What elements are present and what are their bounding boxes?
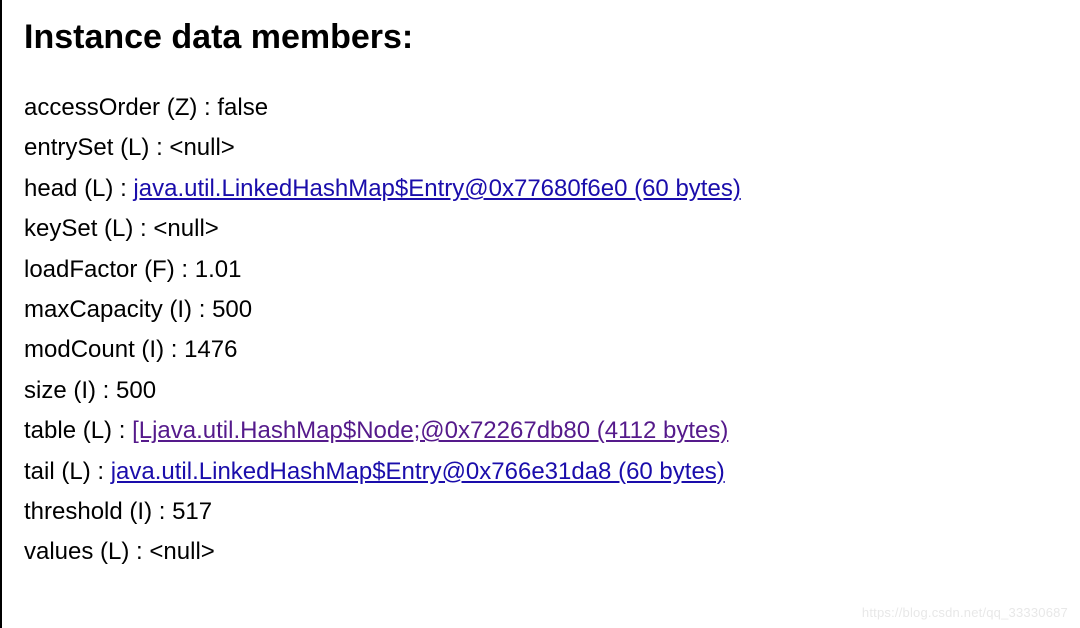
member-value: 1476 xyxy=(184,336,237,363)
member-name: size xyxy=(24,377,67,404)
member-name: keySet xyxy=(24,215,97,242)
member-value: 1.01 xyxy=(195,256,242,283)
member-row: modCount (I) : 1476 xyxy=(24,331,1058,369)
member-row: head (L) : java.util.LinkedHashMap$Entry… xyxy=(24,170,1058,208)
member-name: threshold xyxy=(24,498,123,525)
member-name: table xyxy=(24,417,76,444)
member-value: <null> xyxy=(169,134,234,161)
member-type: (I) xyxy=(129,498,152,525)
member-row: tail (L) : java.util.LinkedHashMap$Entry… xyxy=(24,453,1058,491)
member-name: values xyxy=(24,538,93,565)
member-name: maxCapacity xyxy=(24,296,163,323)
member-type: (L) xyxy=(120,134,149,161)
watermark-text: https://blog.csdn.net/qq_33330687 xyxy=(862,605,1068,620)
section-title: Instance data members: xyxy=(24,18,1058,57)
members-list: accessOrder (Z) : falseentrySet (L) : <n… xyxy=(24,89,1058,572)
member-type: (L) xyxy=(104,215,133,242)
member-value: false xyxy=(217,94,268,121)
member-row: loadFactor (F) : 1.01 xyxy=(24,251,1058,289)
member-name: accessOrder xyxy=(24,94,160,121)
member-value: 500 xyxy=(116,377,156,404)
member-type: (Z) xyxy=(167,94,198,121)
object-link[interactable]: java.util.LinkedHashMap$Entry@0x77680f6e… xyxy=(133,175,740,202)
member-type: (F) xyxy=(144,256,175,283)
member-value: <null> xyxy=(149,538,214,565)
member-type: (L) xyxy=(100,538,129,565)
member-name: entrySet xyxy=(24,134,113,161)
member-row: threshold (I) : 517 xyxy=(24,493,1058,531)
member-row: values (L) : <null> xyxy=(24,533,1058,571)
member-name: modCount xyxy=(24,336,135,363)
member-type: (L) xyxy=(84,175,113,202)
member-type: (L) xyxy=(61,458,90,485)
member-row: keySet (L) : <null> xyxy=(24,210,1058,248)
member-row: maxCapacity (I) : 500 xyxy=(24,291,1058,329)
member-name: head xyxy=(24,175,77,202)
member-name: tail xyxy=(24,458,55,485)
member-row: table (L) : [Ljava.util.HashMap$Node;@0x… xyxy=(24,412,1058,450)
object-link[interactable]: java.util.LinkedHashMap$Entry@0x766e31da… xyxy=(111,458,725,485)
member-row: accessOrder (Z) : false xyxy=(24,89,1058,127)
member-row: size (I) : 500 xyxy=(24,372,1058,410)
member-type: (I) xyxy=(169,296,192,323)
member-type: (I) xyxy=(141,336,164,363)
object-link[interactable]: [Ljava.util.HashMap$Node;@0x72267db80 (4… xyxy=(132,417,728,444)
member-name: loadFactor xyxy=(24,256,137,283)
member-value: <null> xyxy=(153,215,218,242)
member-value: 500 xyxy=(212,296,252,323)
member-type: (I) xyxy=(73,377,96,404)
member-value: 517 xyxy=(172,498,212,525)
member-row: entrySet (L) : <null> xyxy=(24,129,1058,167)
member-type: (L) xyxy=(83,417,112,444)
content-panel: Instance data members: accessOrder (Z) :… xyxy=(2,0,1080,592)
